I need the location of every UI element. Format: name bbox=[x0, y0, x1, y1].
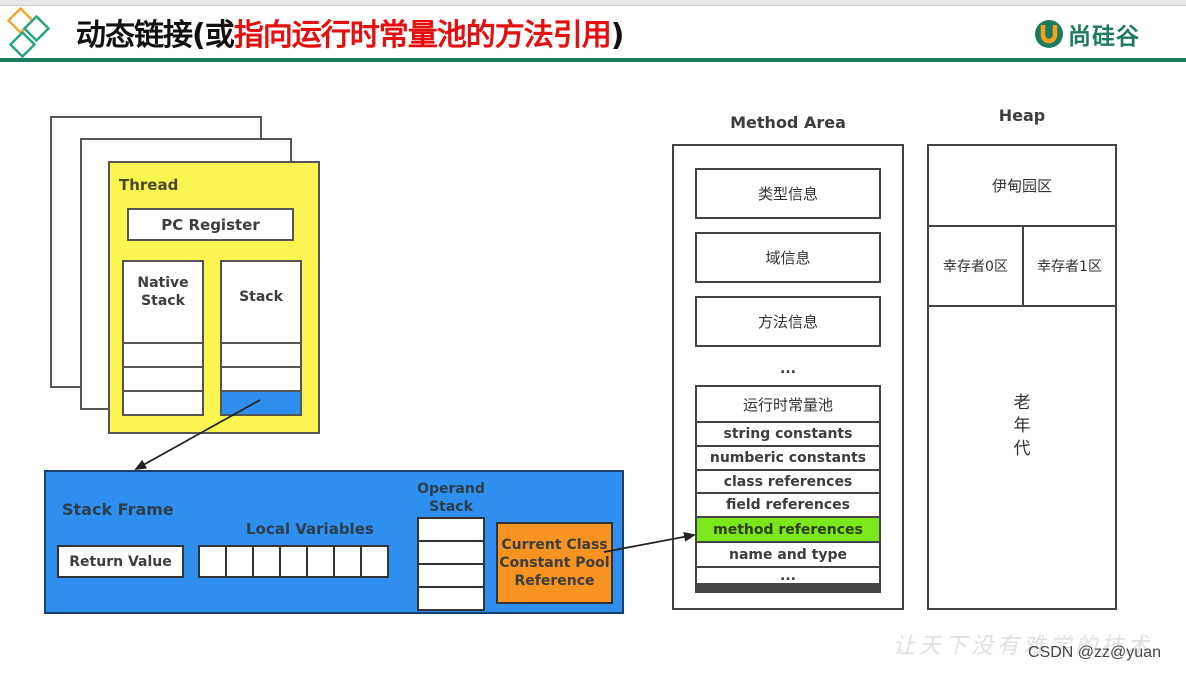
pc-register: PC Register bbox=[127, 208, 294, 241]
method-info: 方法信息 bbox=[695, 296, 881, 347]
survivor-0: 幸存者0区 bbox=[927, 225, 1024, 307]
runtime-constant-pool-title: 运行时常量池 bbox=[697, 387, 879, 421]
native-stack-cell bbox=[124, 390, 202, 414]
field-info: 域信息 bbox=[695, 232, 881, 283]
old-generation: 老 年 代 bbox=[1013, 393, 1031, 459]
title-prefix: 动态链接(或 bbox=[76, 18, 235, 53]
local-variable-slot bbox=[200, 547, 225, 576]
native-stack-cell bbox=[124, 366, 202, 390]
local-variables-label: Local Variables bbox=[246, 520, 374, 538]
diamonds-icon bbox=[6, 6, 51, 59]
thread-label: Thread bbox=[119, 176, 179, 194]
operand-stack-slot bbox=[419, 565, 483, 586]
operand-stack-slot bbox=[419, 519, 483, 540]
logo-text: 尚硅谷 bbox=[1068, 24, 1140, 50]
local-variables bbox=[198, 545, 389, 578]
brand-logo: 尚硅谷 bbox=[1034, 18, 1140, 50]
type-info: 类型信息 bbox=[695, 168, 881, 219]
heap-label: Heap bbox=[998, 106, 1046, 125]
local-variable-slot bbox=[335, 547, 360, 576]
title-divider bbox=[0, 58, 1186, 62]
operand-stack bbox=[417, 517, 485, 611]
operand-stack-slot bbox=[419, 542, 483, 563]
native-stack-label: Native Stack bbox=[137, 275, 189, 309]
method-area-ellipsis: ... bbox=[780, 361, 796, 377]
constant-pool-row: string constants bbox=[697, 423, 879, 445]
local-variable-slot bbox=[281, 547, 306, 576]
local-variable-slot bbox=[308, 547, 333, 576]
java-stack-cell bbox=[222, 366, 300, 390]
java-stack-current-frame bbox=[222, 390, 300, 414]
constant-pool-row: class references bbox=[697, 471, 879, 492]
top-bar bbox=[0, 0, 1186, 6]
stack-frame-label: Stack Frame bbox=[62, 500, 174, 519]
u-logo-icon bbox=[1035, 20, 1063, 48]
return-value: Return Value bbox=[57, 545, 184, 578]
java-stack-label: Stack bbox=[239, 289, 283, 305]
constant-pool-row: ... bbox=[697, 568, 879, 584]
java-stack: Stack bbox=[220, 260, 302, 416]
title-suffix: ) bbox=[610, 18, 625, 53]
runtime-constant-pool: 运行时常量池 string constants numberic constant… bbox=[695, 385, 881, 593]
native-stack-cell bbox=[124, 342, 202, 366]
eden-space: 伊甸园区 bbox=[927, 144, 1117, 227]
title-highlight: 指向运行时常量池的方法引用 bbox=[233, 18, 612, 53]
current-class-constant-pool-reference: Current Class Constant Pool Reference bbox=[496, 522, 613, 604]
operand-stack-slot bbox=[419, 588, 483, 609]
constant-pool-row: field references bbox=[697, 494, 879, 516]
page-title: 动态链接(或指向运行时常量池的方法引用) bbox=[76, 16, 625, 56]
local-variable-slot bbox=[362, 547, 387, 576]
constant-pool-row: name and type bbox=[697, 543, 879, 566]
method-area-label: Method Area bbox=[730, 113, 846, 132]
local-variable-slot bbox=[227, 547, 252, 576]
local-variable-slot bbox=[254, 547, 279, 576]
constant-pool-row: numberic constants bbox=[697, 447, 879, 469]
csdn-credit: CSDN @zz@yuan bbox=[1028, 644, 1161, 661]
survivor-1: 幸存者1区 bbox=[1022, 225, 1117, 307]
constant-pool-row-highlighted: method references bbox=[697, 518, 879, 541]
operand-stack-label: Operand Stack bbox=[417, 481, 485, 515]
native-stack: Native Stack bbox=[122, 260, 204, 416]
java-stack-cell bbox=[222, 342, 300, 366]
